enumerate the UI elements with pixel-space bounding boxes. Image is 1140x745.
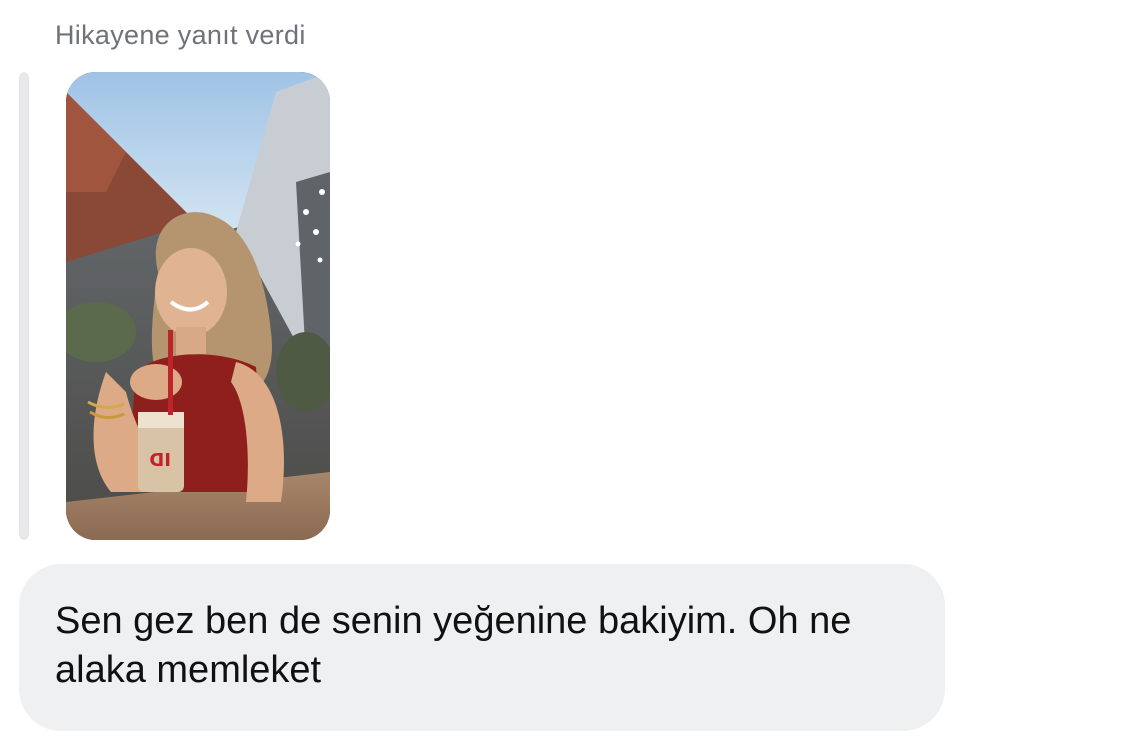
quote-bar: [19, 72, 29, 540]
svg-text:ID: ID: [149, 448, 171, 469]
message-text: Sen gez ben de senin yeğenine bakiyim. O…: [55, 600, 852, 691]
message-bubble[interactable]: Sen gez ben de senin yeğenine bakiyim. O…: [19, 564, 945, 731]
story-reply-label: Hikayene yanıt verdi: [55, 20, 306, 50]
story-reply-thread: Hikayene yanıt verdi ID Sen gez ben de s…: [0, 0, 1140, 745]
story-photo-icon: ID: [66, 72, 330, 540]
story-thumbnail[interactable]: ID: [66, 72, 330, 540]
